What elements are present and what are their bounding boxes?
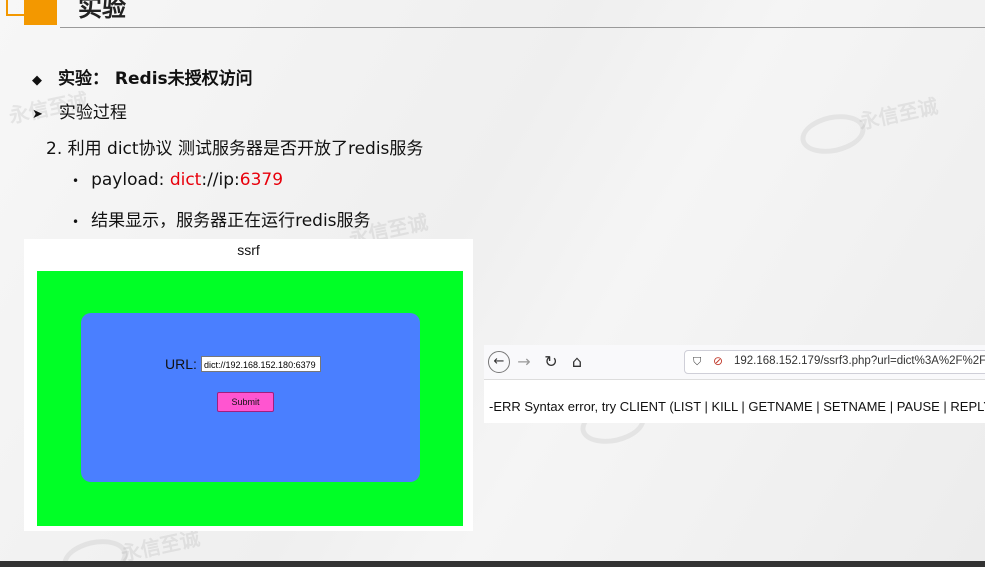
shield-icon[interactable]: ⛉ <box>693 355 701 369</box>
subheading: ➤ 实验过程 <box>32 98 127 123</box>
title-divider <box>60 27 985 28</box>
url-label: URL: <box>165 356 197 372</box>
heading-text: 实验： Redis未授权访问 <box>58 69 253 89</box>
browser-toolbar: ← → ↻ ⌂ ⛉ ⊘ 192.168.152.179/ssrf3.php?ur… <box>484 345 985 380</box>
step-text: 2. 利用 dict协议 测试服务器是否开放了redis服务 <box>46 139 424 159</box>
ssrf-page-screenshot: ssrf URL: dict://192.168.152.180:6379 Su… <box>24 239 473 531</box>
bottom-bar <box>0 561 985 567</box>
dot-bullet-icon: • <box>72 215 80 229</box>
payload-prefix: payload: <box>91 170 170 190</box>
decor-square <box>24 0 57 25</box>
payload-port: 6379 <box>239 170 284 190</box>
back-arrow-icon[interactable]: ← <box>488 351 510 373</box>
insecure-lock-icon[interactable]: ⊘ <box>713 354 723 368</box>
slide: 永信至诚 永信至诚 永信至诚 永信至诚 实验 ◆ 实验： Redis未授权访问 ➤… <box>0 0 985 567</box>
redis-response-text: -ERR Syntax error, try CLIENT (LIST | KI… <box>489 399 985 414</box>
watermark: 永信至诚 <box>856 93 940 135</box>
payload-middle: ://ip: <box>201 170 240 190</box>
url-input[interactable]: dict://192.168.152.180:6379 <box>201 356 321 372</box>
result-line: • 结果显示，服务器正在运行redis服务 <box>72 206 371 231</box>
ssrf-outer-container: URL: dict://192.168.152.180:6379 Submit <box>37 271 463 526</box>
ssrf-form-card: URL: dict://192.168.152.180:6379 Submit <box>81 313 420 482</box>
dot-bullet-icon: • <box>72 174 80 188</box>
forward-arrow-icon[interactable]: → <box>513 351 535 373</box>
home-icon[interactable]: ⌂ <box>566 351 588 373</box>
decor-outline <box>6 0 24 16</box>
subheading-text: 实验过程 <box>58 103 127 123</box>
address-text: 192.168.152.179/ssrf3.php?url=dict%3A%2F… <box>734 355 985 367</box>
arrow-bullet-icon: ➤ <box>32 107 43 122</box>
slide-title: 实验 <box>78 0 126 22</box>
address-bar[interactable]: ⛉ ⊘ 192.168.152.179/ssrf3.php?url=dict%3… <box>684 350 985 374</box>
diamond-bullet-icon: ◆ <box>32 73 42 88</box>
reload-icon[interactable]: ↻ <box>540 351 562 373</box>
payload-scheme: dict <box>169 170 202 190</box>
payload-line: • payload: dict://ip:6379 <box>72 170 283 190</box>
heading: ◆ 实验： Redis未授权访问 <box>32 64 253 89</box>
result-text: 结果显示，服务器正在运行redis服务 <box>91 211 371 231</box>
browser-response-screenshot: ← → ↻ ⌂ ⛉ ⊘ 192.168.152.179/ssrf3.php?ur… <box>484 345 985 423</box>
submit-button[interactable]: Submit <box>217 392 274 412</box>
ssrf-page-title: ssrf <box>237 242 260 258</box>
